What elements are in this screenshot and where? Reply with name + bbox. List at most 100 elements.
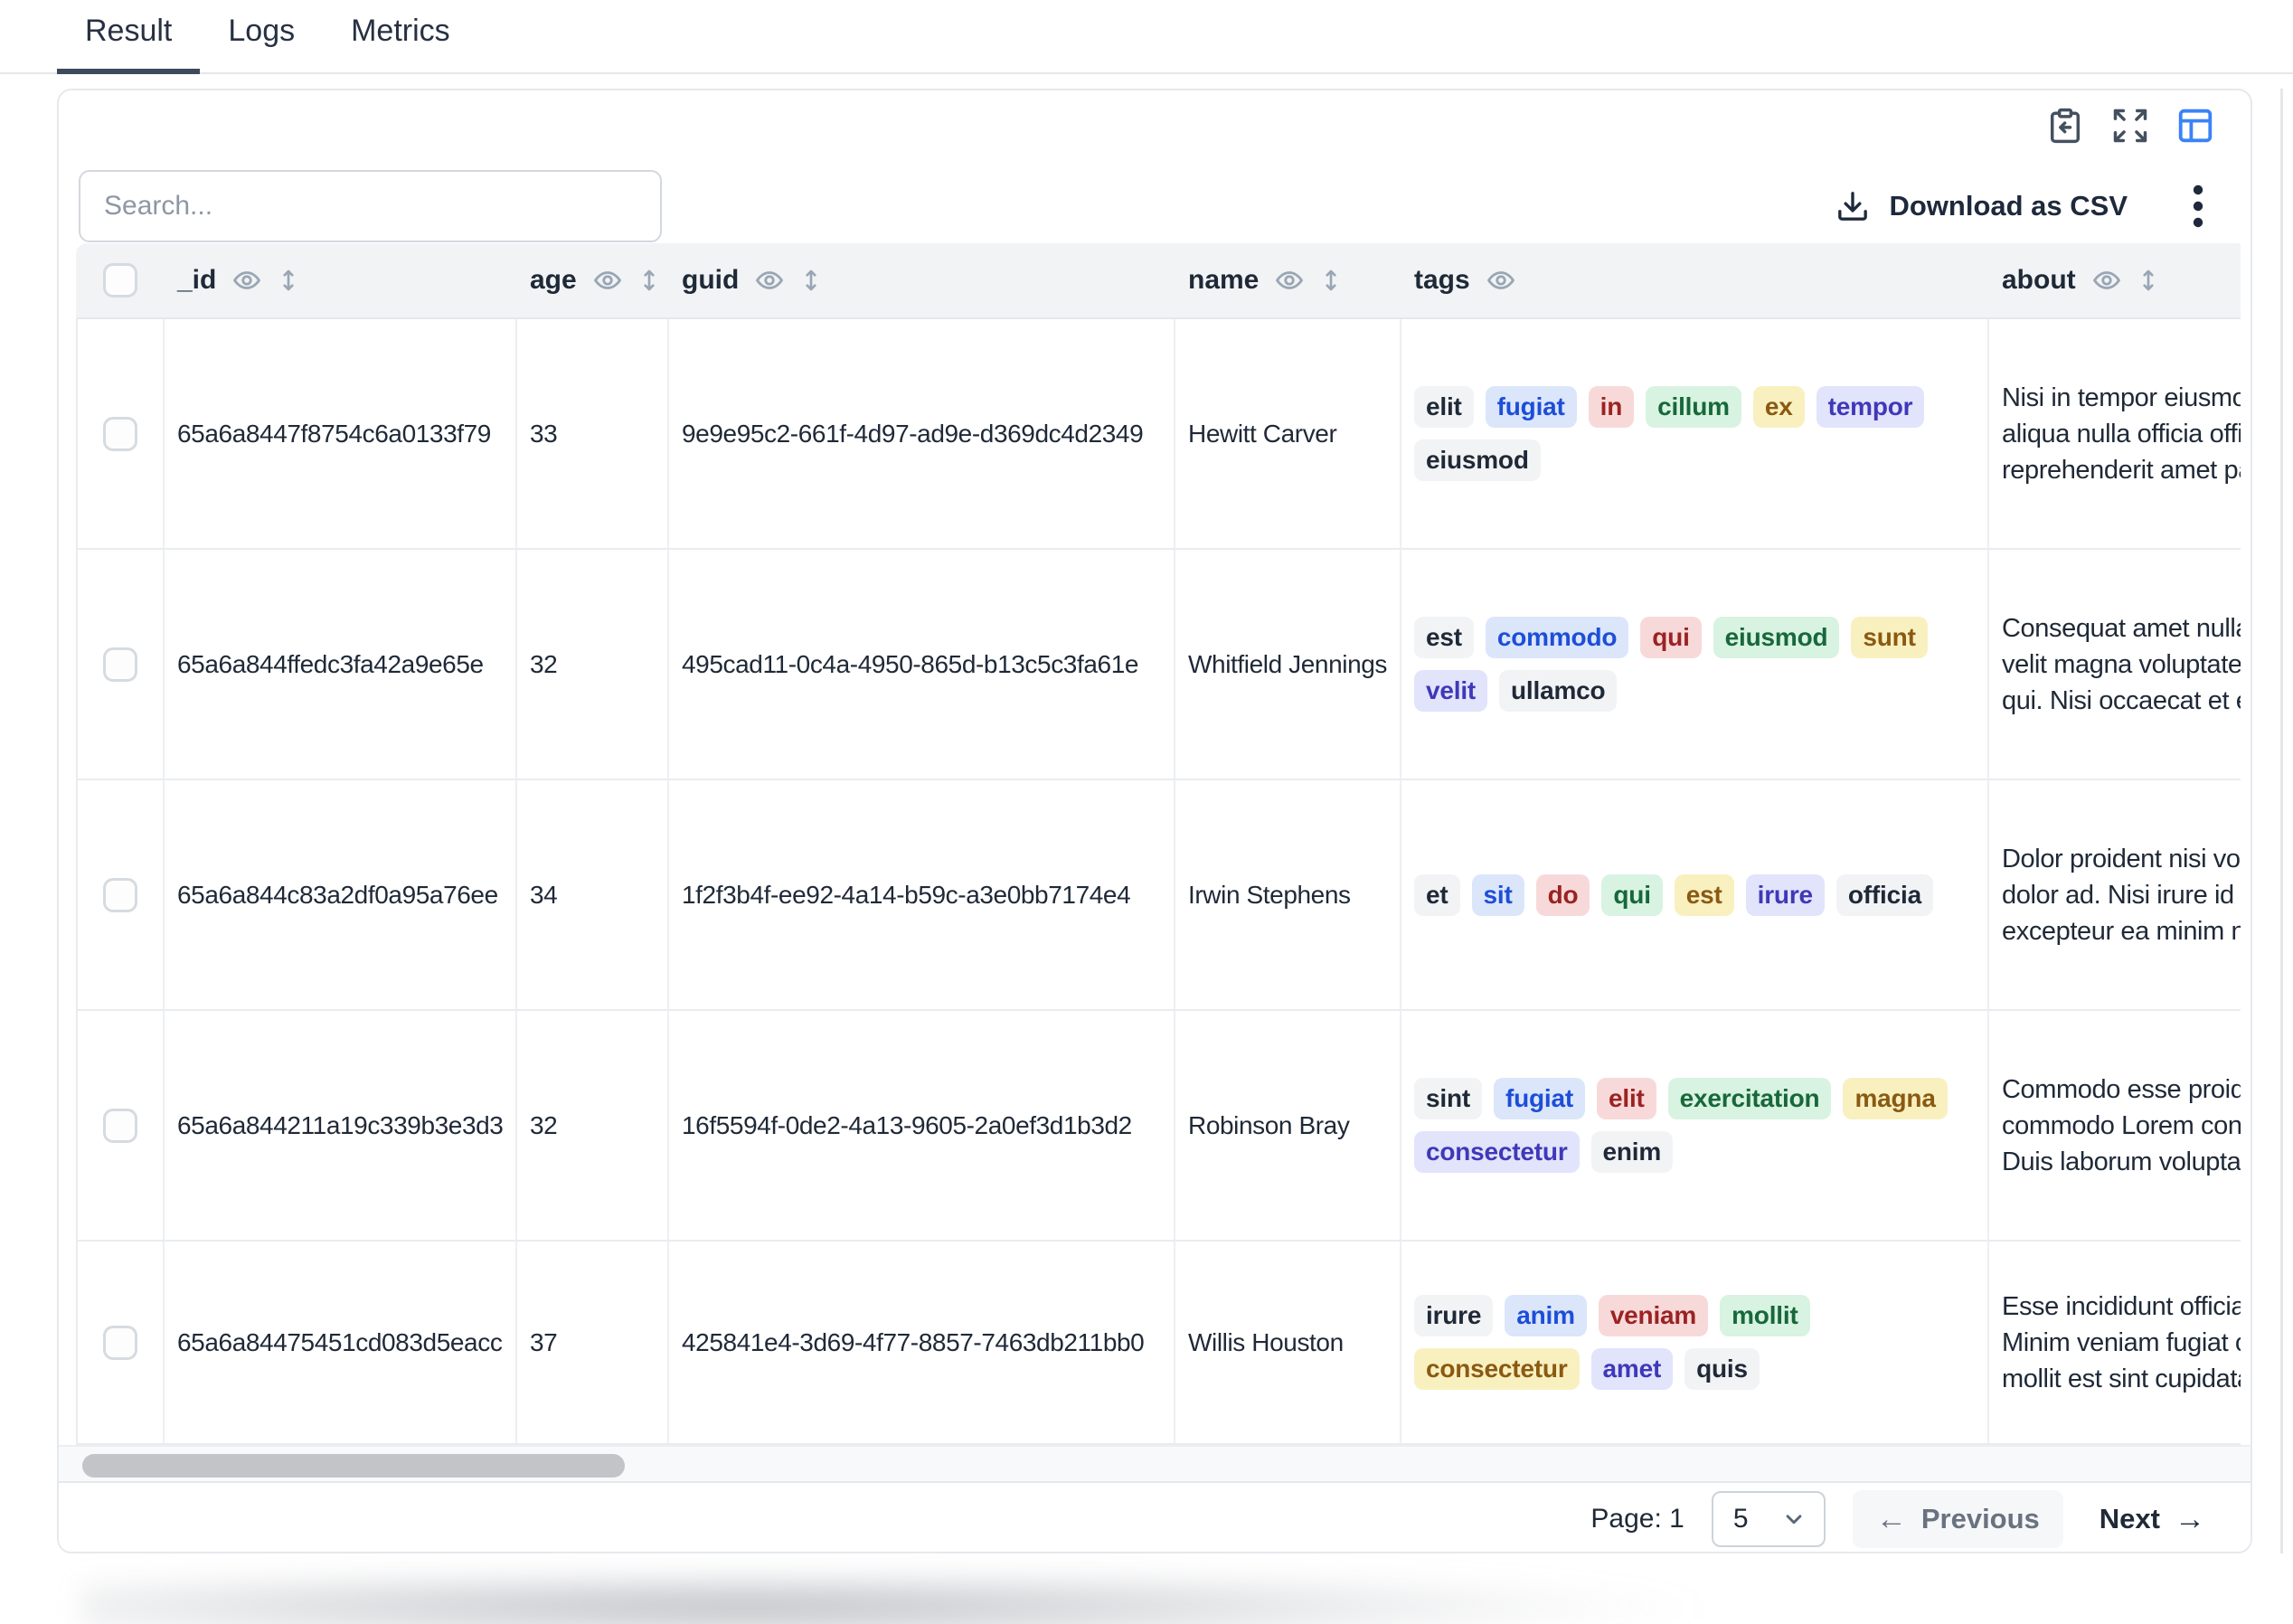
table-header-row: _id age <box>76 243 2241 319</box>
tag-pill: eiusmod <box>1414 439 1541 481</box>
cell-about: Dolor proident nisi voluptatedolor ad. N… <box>1989 780 2241 1011</box>
column-label: about <box>2002 265 2076 296</box>
tag-pill: amet <box>1591 1348 1674 1390</box>
row-checkbox[interactable] <box>103 1326 137 1360</box>
sort-vertical-icon[interactable] <box>1316 265 1345 296</box>
tag-pill: eiusmod <box>1713 617 1840 658</box>
tab-logs[interactable]: Logs <box>200 14 323 74</box>
tag-list: etsitdoquiestirureofficia <box>1414 874 1966 916</box>
cell-name: Hewitt Carver <box>1175 319 1401 550</box>
horizontal-scrollbar-track[interactable] <box>59 1445 2251 1483</box>
tag-pill: magna <box>1843 1078 1947 1119</box>
kebab-menu-icon[interactable] <box>2178 181 2218 231</box>
column-label: name <box>1188 265 1259 296</box>
cell-age: 32 <box>517 1011 669 1242</box>
table-row: 65a6a84475451cd083d5eacc37425841e4-3d69-… <box>76 1242 2241 1445</box>
column-label: age <box>530 265 577 296</box>
page-indicator: Page: 1 <box>1590 1504 1684 1534</box>
controls-row: Download as CSV <box>59 170 2251 242</box>
row-select-cell <box>76 1011 165 1242</box>
row-select-cell <box>76 780 165 1011</box>
eye-icon[interactable] <box>1274 265 1305 296</box>
row-checkbox[interactable] <box>103 417 137 451</box>
chevron-down-icon <box>1780 1506 1807 1533</box>
cell-id: 65a6a84475451cd083d5eacc <box>165 1242 517 1445</box>
tag-pill: est <box>1414 617 1474 658</box>
data-table: _id age <box>76 243 2241 1445</box>
data-table-container: _id age <box>76 243 2241 1445</box>
eye-icon[interactable] <box>2091 265 2122 296</box>
column-label: _id <box>177 265 216 296</box>
tag-pill: anim <box>1505 1295 1587 1336</box>
tab-result[interactable]: Result <box>57 14 200 74</box>
next-label: Next <box>2100 1503 2160 1535</box>
table-layout-icon[interactable] <box>2173 103 2218 148</box>
bottom-shadow <box>81 1575 2293 1624</box>
cell-age: 37 <box>517 1242 669 1445</box>
sort-vertical-icon[interactable] <box>274 265 303 296</box>
eye-icon[interactable] <box>754 265 785 296</box>
page-size-value: 5 <box>1733 1504 1749 1534</box>
column-header-guid: guid <box>669 243 1175 319</box>
table-row: 65a6a844ffedc3fa42a9e65e32495cad11-0c4a-… <box>76 550 2241 780</box>
cell-guid: 425841e4-3d69-4f77-8857-7463db211bb0 <box>669 1242 1175 1445</box>
tag-pill: et <box>1414 874 1460 916</box>
tag-pill: velit <box>1414 670 1487 712</box>
cell-guid: 16f5594f-0de2-4a13-9605-2a0ef3d1b3d2 <box>669 1011 1175 1242</box>
tag-pill: irure <box>1414 1295 1493 1336</box>
tag-pill: enim <box>1591 1131 1674 1173</box>
arrow-left-icon: ← <box>1876 1504 1907 1534</box>
table-row: 65a6a844211a19c339b3e3d33216f5594f-0de2-… <box>76 1011 2241 1242</box>
previous-page-button[interactable]: ← Previous <box>1853 1490 2063 1548</box>
cell-name: Willis Houston <box>1175 1242 1401 1445</box>
cell-name: Whitfield Jennings <box>1175 550 1401 780</box>
tag-pill: elit <box>1597 1078 1656 1119</box>
tag-pill: mollit <box>1720 1295 1809 1336</box>
tab-bar: Result Logs Metrics <box>0 0 2293 74</box>
cell-age: 34 <box>517 780 669 1011</box>
eye-icon[interactable] <box>1486 265 1516 296</box>
tag-list: sintfugiatelitexercitationmagnaconsectet… <box>1414 1078 1966 1173</box>
horizontal-scrollbar-thumb[interactable] <box>82 1454 625 1478</box>
tag-pill: sunt <box>1851 617 1927 658</box>
cell-age: 33 <box>517 319 669 550</box>
cell-about: Consequat amet nulla sit auvelit magna v… <box>1989 550 2241 780</box>
tag-pill: exercitation <box>1668 1078 1832 1119</box>
tag-pill: commodo <box>1486 617 1628 658</box>
sort-vertical-icon[interactable] <box>797 265 826 296</box>
cell-age: 32 <box>517 550 669 780</box>
tag-pill: fugiat <box>1486 386 1577 428</box>
download-icon <box>1835 188 1871 224</box>
expand-fullscreen-icon[interactable] <box>2108 103 2153 148</box>
tag-pill: fugiat <box>1494 1078 1585 1119</box>
select-all-checkbox[interactable] <box>103 263 137 297</box>
column-label: guid <box>682 265 739 296</box>
tag-pill: veniam <box>1599 1295 1708 1336</box>
row-select-cell <box>76 550 165 780</box>
tab-metrics[interactable]: Metrics <box>323 14 478 74</box>
row-select-cell <box>76 1242 165 1445</box>
download-csv-button[interactable]: Download as CSV <box>1835 188 2128 224</box>
download-csv-label: Download as CSV <box>1889 190 2128 222</box>
page-size-select[interactable]: 5 <box>1712 1491 1826 1547</box>
sort-vertical-icon[interactable] <box>635 265 664 296</box>
sort-vertical-icon[interactable] <box>2134 265 2163 296</box>
about-text: Nisi in tempor eiusmod nullaaliqua nulla… <box>2002 380 2241 488</box>
row-checkbox[interactable] <box>103 878 137 912</box>
row-checkbox[interactable] <box>103 1109 137 1143</box>
tag-pill: sit <box>1472 874 1524 916</box>
eye-icon[interactable] <box>592 265 623 296</box>
column-header-age: age <box>517 243 669 319</box>
cell-tags: estcommodoquieiusmodsuntvelitullamco <box>1401 550 1989 780</box>
search-input[interactable] <box>79 170 662 242</box>
next-page-button[interactable]: Next → <box>2090 1490 2214 1548</box>
clipboard-import-icon[interactable] <box>2043 103 2088 148</box>
results-panel: Result Logs Metrics <box>0 0 2293 1624</box>
row-checkbox[interactable] <box>103 647 137 682</box>
vertical-scroll-rule[interactable] <box>2280 89 2283 1553</box>
cell-tags: etsitdoquiestirureofficia <box>1401 780 1989 1011</box>
card-toolbar-icons <box>2043 103 2218 148</box>
tag-list: irureanimveniammollitconsecteturametquis <box>1414 1295 1966 1390</box>
eye-icon[interactable] <box>231 265 262 296</box>
about-text: Esse incididunt officia adipiMinim venia… <box>2002 1289 2241 1397</box>
